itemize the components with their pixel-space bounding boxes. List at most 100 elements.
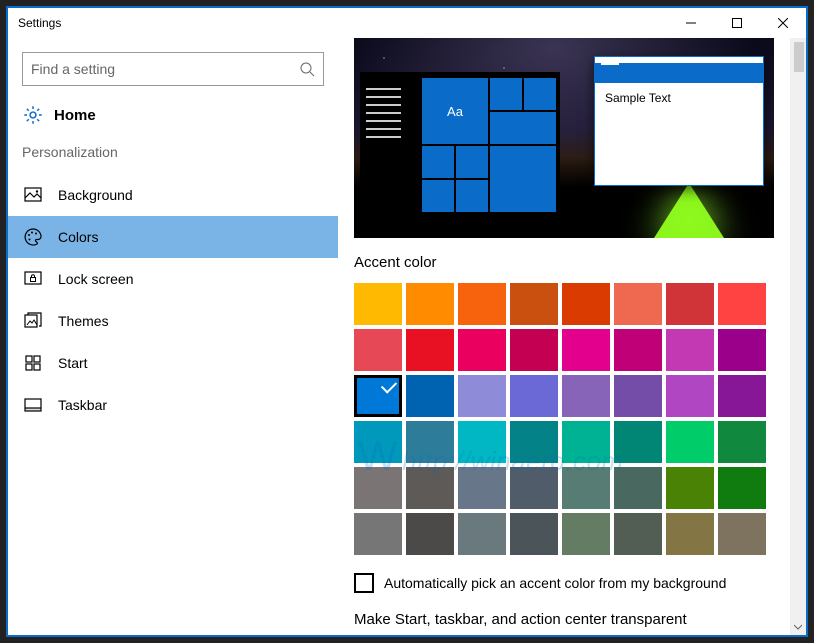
accent-swatch[interactable] xyxy=(510,421,558,463)
accent-swatch[interactable] xyxy=(510,467,558,509)
sidebar-item-start[interactable]: Start xyxy=(8,342,338,384)
accent-swatch[interactable] xyxy=(562,513,610,555)
sidebar-item-colors[interactable]: Colors xyxy=(8,216,338,258)
sidebar: Home Personalization Background Colors Loc… xyxy=(8,38,338,635)
accent-swatch[interactable] xyxy=(458,329,506,371)
sidebar-item-label: Start xyxy=(58,355,88,371)
accent-swatch[interactable] xyxy=(406,283,454,325)
sidebar-item-lockscreen[interactable]: Lock screen xyxy=(8,258,338,300)
accent-swatch[interactable] xyxy=(718,467,766,509)
accent-swatch[interactable] xyxy=(354,375,402,417)
accent-swatch[interactable] xyxy=(510,375,558,417)
taskbar-icon xyxy=(24,396,42,414)
preview-sample-window: Sample Text xyxy=(594,56,764,186)
sidebar-item-label: Background xyxy=(58,187,133,203)
accent-swatch[interactable] xyxy=(406,467,454,509)
accent-swatch[interactable] xyxy=(614,283,662,325)
sidebar-item-label: Taskbar xyxy=(58,397,107,413)
transparency-heading: Make Start, taskbar, and action center t… xyxy=(354,611,794,628)
title-bar: Settings xyxy=(8,8,806,38)
sidebar-item-background[interactable]: Background xyxy=(8,174,338,216)
accent-swatch[interactable] xyxy=(666,329,714,371)
preview-taskbar xyxy=(354,224,564,238)
accent-swatch[interactable] xyxy=(562,329,610,371)
accent-swatch[interactable] xyxy=(510,283,558,325)
category-label: Personalization xyxy=(8,138,338,174)
home-link[interactable]: Home xyxy=(8,96,338,138)
main-area: Home Personalization Background Colors Loc… xyxy=(8,38,806,635)
preview-start-menu: Aa xyxy=(360,72,560,222)
accent-swatch[interactable] xyxy=(458,283,506,325)
scrollbar-down-icon[interactable] xyxy=(790,619,806,635)
accent-swatch[interactable] xyxy=(354,467,402,509)
window-title: Settings xyxy=(8,16,61,30)
start-icon xyxy=(24,354,42,372)
themes-icon xyxy=(24,312,42,330)
accent-swatch[interactable] xyxy=(562,375,610,417)
search-box[interactable] xyxy=(22,52,324,86)
accent-swatch[interactable] xyxy=(354,421,402,463)
sidebar-item-label: Lock screen xyxy=(58,271,133,287)
accent-swatch[interactable] xyxy=(406,375,454,417)
accent-swatch[interactable] xyxy=(510,329,558,371)
accent-swatch[interactable] xyxy=(614,329,662,371)
close-icon xyxy=(778,18,788,28)
content-area: Aa Sample Text Accent color xyxy=(338,38,806,635)
sidebar-item-taskbar[interactable]: Taskbar xyxy=(8,384,338,426)
accent-swatch[interactable] xyxy=(354,329,402,371)
auto-accent-checkbox[interactable] xyxy=(354,573,374,593)
accent-swatch[interactable] xyxy=(718,329,766,371)
nav-list: Background Colors Lock screen Themes Start Ta… xyxy=(8,174,338,426)
accent-swatch[interactable] xyxy=(718,513,766,555)
accent-swatch[interactable] xyxy=(562,467,610,509)
colors-icon xyxy=(24,228,42,246)
accent-swatch[interactable] xyxy=(406,421,454,463)
accent-color-grid xyxy=(354,283,774,555)
accent-swatch[interactable] xyxy=(562,283,610,325)
maximize-button[interactable] xyxy=(714,8,760,38)
section-accent-title: Accent color xyxy=(354,254,794,271)
accent-swatch[interactable] xyxy=(718,375,766,417)
sidebar-item-themes[interactable]: Themes xyxy=(8,300,338,342)
sidebar-item-label: Themes xyxy=(58,313,109,329)
accent-swatch[interactable] xyxy=(666,421,714,463)
accent-swatch[interactable] xyxy=(666,467,714,509)
accent-swatch[interactable] xyxy=(666,513,714,555)
accent-swatch[interactable] xyxy=(614,421,662,463)
accent-swatch[interactable] xyxy=(614,375,662,417)
settings-window: Settings Hom xyxy=(6,6,808,637)
accent-swatch[interactable] xyxy=(614,467,662,509)
accent-swatch[interactable] xyxy=(458,375,506,417)
search-icon xyxy=(299,61,315,77)
accent-swatch[interactable] xyxy=(458,513,506,555)
preview-sample-text: Sample Text xyxy=(595,83,763,113)
accent-swatch[interactable] xyxy=(354,283,402,325)
accent-swatch[interactable] xyxy=(614,513,662,555)
auto-accent-row: Automatically pick an accent color from … xyxy=(354,573,794,593)
minimize-button[interactable] xyxy=(668,8,714,38)
accent-swatch[interactable] xyxy=(666,375,714,417)
accent-swatch[interactable] xyxy=(406,513,454,555)
background-icon xyxy=(24,186,42,204)
lockscreen-icon xyxy=(24,270,42,288)
accent-swatch[interactable] xyxy=(510,513,558,555)
home-label: Home xyxy=(54,107,96,124)
search-input[interactable] xyxy=(31,61,299,77)
accent-swatch[interactable] xyxy=(666,283,714,325)
scrollbar-thumb[interactable] xyxy=(794,42,804,72)
accent-swatch[interactable] xyxy=(458,421,506,463)
maximize-icon xyxy=(732,18,742,28)
minimize-icon xyxy=(686,18,696,28)
accent-swatch[interactable] xyxy=(354,513,402,555)
accent-swatch[interactable] xyxy=(562,421,610,463)
accent-swatch[interactable] xyxy=(718,421,766,463)
content-scroll[interactable]: Aa Sample Text Accent color xyxy=(338,38,806,635)
gear-icon xyxy=(22,104,44,126)
accent-swatch[interactable] xyxy=(458,467,506,509)
vertical-scrollbar[interactable] xyxy=(790,38,806,635)
preview-tile-text: Aa xyxy=(422,78,488,144)
close-button[interactable] xyxy=(760,8,806,38)
sidebar-item-label: Colors xyxy=(58,229,98,245)
accent-swatch[interactable] xyxy=(718,283,766,325)
accent-swatch[interactable] xyxy=(406,329,454,371)
